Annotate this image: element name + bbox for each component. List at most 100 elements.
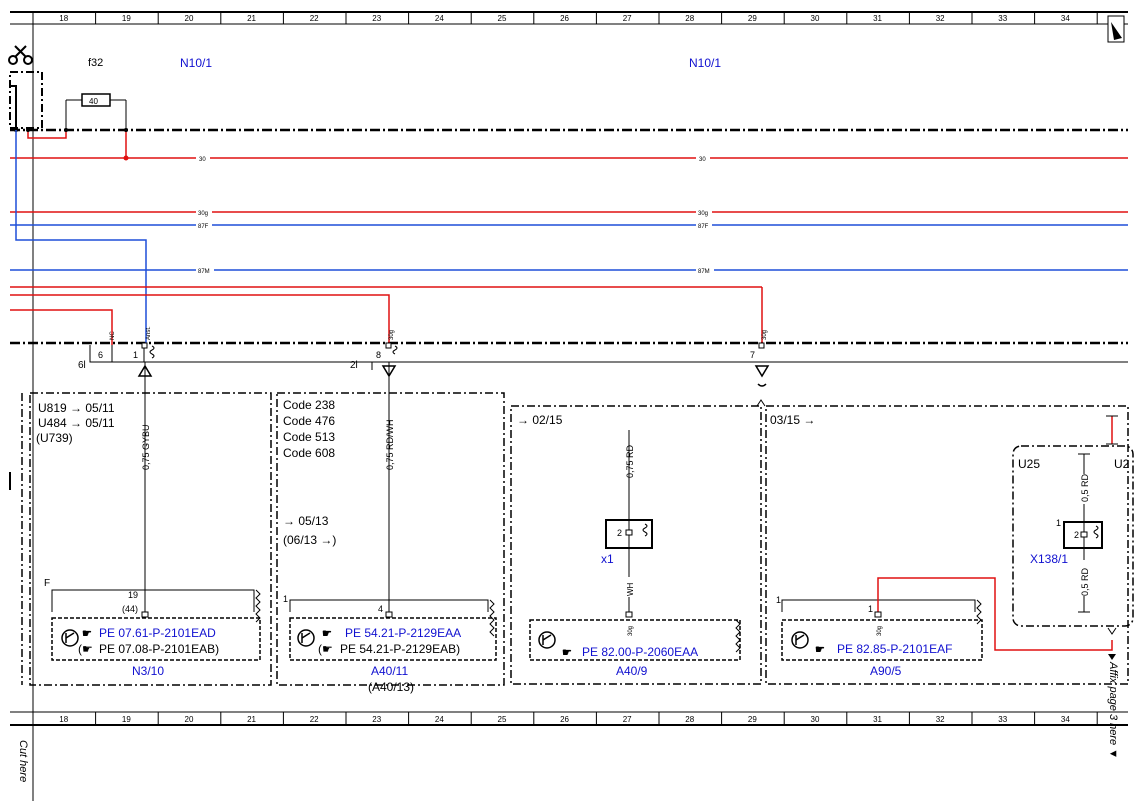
bus-87f-label-left: 87F <box>198 224 209 230</box>
block5-arrow-filled <box>1108 654 1116 660</box>
pin-30g-a: 30g <box>389 330 395 340</box>
block3-outline <box>510 405 762 685</box>
block5-name: X138/1 <box>1030 552 1068 566</box>
bottom-ruler-number: 27 <box>623 715 632 724</box>
module-label-left: N10/1 <box>180 56 212 70</box>
block4-red-wire <box>877 577 1113 651</box>
bottom-ruler-number: 25 <box>498 715 507 724</box>
transistor-icon <box>791 631 809 649</box>
block5-u25: U25 <box>1018 457 1040 471</box>
block1-ref2-prefix: (☛ <box>78 642 93 656</box>
bus-30g-label-right: 30g <box>698 211 708 217</box>
block3-pe[interactable]: PE 82.00-P-2060EAA <box>582 645 698 659</box>
block5-terminal <box>1080 531 1088 538</box>
block5-pin2: 2 <box>1074 530 1079 540</box>
block3-ref[interactable]: → 02/15 <box>517 413 563 427</box>
block1-ref1[interactable]: PE 07.61-P-2101EAD <box>99 626 216 640</box>
block4-ref[interactable]: 03/15 → <box>770 413 815 427</box>
transistor-icon <box>297 629 315 647</box>
block1-pin44: (44) <box>122 604 138 614</box>
block5-arrow <box>1107 627 1117 635</box>
bottom-ruler-number: 21 <box>247 715 256 724</box>
junction-dot <box>123 155 129 161</box>
block3-wire-rd: 0,75 RD <box>625 444 635 478</box>
fuse-box-outline <box>9 71 43 129</box>
block3-x1-terminal <box>625 529 633 536</box>
block3-terminal <box>625 611 633 618</box>
block5-outline <box>1012 445 1134 627</box>
block1-ref2[interactable]: PE 07.08-P-2101EAB) <box>99 642 219 656</box>
top-ruler-number: 33 <box>998 14 1007 23</box>
label-6l: 6l <box>78 360 86 371</box>
top-ruler-number: 28 <box>685 14 694 23</box>
pin-1: 1 <box>133 350 138 360</box>
top-ruler-number: 34 <box>1061 14 1070 23</box>
block1-inner <box>51 589 255 612</box>
affix-text: Affix page 3 here ▼ <box>1107 661 1119 759</box>
pin-7: 7 <box>750 350 755 360</box>
bus-87m-label-left: 87M <box>198 269 210 275</box>
block2-ref2-prefix: (☛ <box>318 642 333 656</box>
block3-wire-gap-top <box>625 418 633 430</box>
block1-pin19: 19 <box>128 590 138 600</box>
top-ruler-number: 32 <box>936 14 945 23</box>
top-ruler-number: 29 <box>748 14 757 23</box>
block3-x1-coil <box>642 523 648 537</box>
scissors-icon <box>8 45 33 65</box>
bottom-ruler-number: 31 <box>873 715 882 724</box>
block3-pin2: 2 <box>617 528 622 538</box>
bottom-ruler-number: 20 <box>185 715 194 724</box>
connector-row <box>89 345 1128 370</box>
block5-coil <box>1093 525 1099 539</box>
block5-wire1: 0,5 RD <box>1080 473 1090 502</box>
block1-f: F <box>44 578 50 589</box>
bottom-ruler-number: 19 <box>122 715 131 724</box>
top-ruler: 18 19 20 21 22 23 24 25 26 27 28 29 30 31 32 33 34 <box>10 11 1128 25</box>
bottom-ruler-number: 23 <box>372 715 381 724</box>
block2-ref-b[interactable]: (06/13 →) <box>283 533 336 547</box>
pin-6: 6 <box>98 350 103 360</box>
top-ruler-number: 25 <box>498 14 507 23</box>
bus-87m-label-right: 87M <box>698 269 710 275</box>
block2-code4: Code 608 <box>283 446 335 460</box>
bottom-ruler-number: 24 <box>435 715 444 724</box>
block2-ref1[interactable]: PE 54.21-P-2129EAA <box>345 626 461 640</box>
pin-30g-b: 30g <box>762 330 768 340</box>
pin-nc: NC <box>110 331 116 340</box>
bus-30g-label-left: 30g <box>198 211 208 217</box>
top-ruler-number: 18 <box>59 14 68 23</box>
block2-name2: (A40/13) <box>368 680 414 694</box>
block4-pe[interactable]: PE 82.85-P-2101EAF <box>837 642 952 656</box>
connector-coils <box>149 345 398 359</box>
pointing-hand-icon: ☛ <box>562 647 572 659</box>
split-marker <box>756 399 766 407</box>
fuse-label: f32 <box>88 57 103 69</box>
label-2l: 2l <box>350 360 358 371</box>
block1-name: N3/10 <box>132 664 164 678</box>
block2-ref-a[interactable]: → 05/13 <box>283 514 329 528</box>
bottom-ruler-number: 18 <box>59 715 68 724</box>
block2-code3: Code 513 <box>283 430 335 444</box>
red-feed-wires <box>10 286 763 345</box>
cut-here-text: Cut here <box>17 740 29 782</box>
block1-resistor <box>255 589 261 623</box>
page-corner-icon <box>1107 15 1125 43</box>
block5-u2: U2 <box>1114 457 1130 471</box>
block2-one: 1 <box>283 594 288 604</box>
block2-ref2[interactable]: PE 54.21-P-2129EAB) <box>340 642 460 656</box>
block4-terminal <box>874 611 882 618</box>
block1-line3: (U739) <box>36 431 73 445</box>
ground-symbols <box>137 362 770 612</box>
bottom-ruler-number: 30 <box>811 715 820 724</box>
block1-line1: U819 → 05/11 <box>38 401 115 415</box>
pointing-hand-icon: ☛ <box>815 644 825 656</box>
wiring-diagram: 18 19 20 21 22 23 24 25 26 27 28 29 30 31 32 33 34 18 19 2… <box>8 11 1134 801</box>
bottom-ruler-number: 33 <box>998 715 1007 724</box>
bottom-ruler-number: 22 <box>310 715 319 724</box>
block2-pin4: 4 <box>378 604 383 614</box>
block4-pin30g: 30g <box>877 626 883 636</box>
bus-30-label-left: 30 <box>199 157 206 163</box>
block2-code2: Code 476 <box>283 414 335 428</box>
top-ruler-number: 31 <box>873 14 882 23</box>
block3-name: A40/9 <box>616 664 648 678</box>
